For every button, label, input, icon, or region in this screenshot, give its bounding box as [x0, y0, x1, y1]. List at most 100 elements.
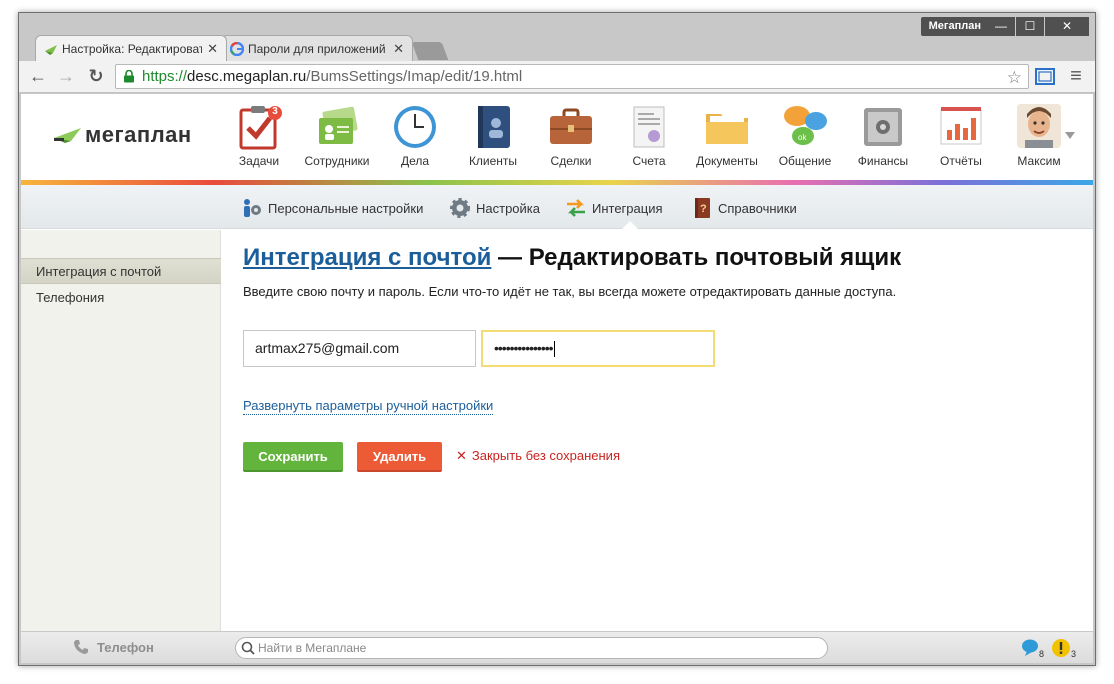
window-user-label[interactable]: Мегаплан [920, 17, 989, 36]
search-icon [241, 641, 255, 655]
chat-count: 8 [1039, 649, 1045, 659]
active-subnav-pointer [622, 221, 638, 229]
window-controls: — ☐ ✕ [986, 17, 1089, 36]
integration-arrows-icon [567, 199, 585, 217]
svg-text:ok: ok [798, 133, 807, 142]
module-label: Клиенты [468, 154, 518, 168]
close-without-saving-label: Закрыть без сохранения [471, 448, 620, 463]
subnav-personal-settings[interactable]: Персональные настройки [241, 197, 423, 219]
module-label: Сделки [550, 154, 592, 168]
email-field[interactable]: artmax275@gmail.com [243, 330, 476, 367]
module-label: Финансы [857, 154, 909, 168]
phone-button[interactable]: Телефон [73, 639, 154, 655]
password-field[interactable]: ••••••••••••••• [481, 330, 715, 367]
main-content: Интеграция с почтой — Редактировать почт… [243, 244, 1073, 472]
personal-settings-icon [244, 199, 261, 217]
alert-notifications-icon[interactable] [1051, 638, 1071, 658]
chat-notifications-icon[interactable] [1021, 638, 1041, 658]
search-input[interactable]: Найти в Мегаплане [235, 637, 828, 659]
logo-text: мегаплан [85, 122, 192, 147]
documents-icon [704, 104, 750, 150]
breadcrumb-mail-integration-link[interactable]: Интеграция с почтой [243, 244, 491, 271]
tab-close-icon[interactable]: ✕ [393, 41, 404, 57]
address-bar[interactable]: https://desc.megaplan.ru/BumsSettings/Im… [115, 64, 1029, 89]
intro-text: Введите свою почту и пароль. Если что-то… [243, 284, 897, 299]
close-x-icon: ✕ [456, 448, 467, 463]
subnav-label: Настройка [476, 200, 540, 216]
sidebar-item-mail-integration[interactable]: Интеграция с почтой [21, 258, 221, 284]
module-affairs[interactable]: Дела [377, 104, 453, 168]
module-employees[interactable]: Сотрудники [299, 104, 375, 168]
tab-title: Пароли для приложений [248, 41, 386, 56]
module-documents[interactable]: Документы [689, 104, 765, 168]
employees-icon [314, 104, 360, 150]
page-title: Интеграция с почтой — Редактировать почт… [243, 244, 1073, 272]
module-finance[interactable]: Финансы [845, 104, 921, 168]
sidebar-item-telephony[interactable]: Телефония [21, 285, 221, 311]
cast-screen-icon[interactable] [1035, 68, 1055, 85]
tasks-badge: 3 [272, 106, 278, 117]
module-tasks[interactable]: 3 Задачи [221, 104, 297, 168]
subnav-label: Персональные настройки [268, 200, 424, 216]
tab-megaplan-settings[interactable]: Настройка: Редактироват ✕ [35, 35, 227, 61]
tab-strip: Настройка: Редактироват ✕ Пароли для при… [35, 35, 449, 61]
megaplan-logo[interactable]: мегаплан [53, 122, 192, 148]
browser-toolbar: ← → ↻ https://desc.megaplan.ru/BumsSetti… [19, 61, 1095, 93]
avatar [1017, 104, 1061, 148]
user-dropdown-chevron-icon[interactable] [1065, 132, 1075, 139]
back-arrow-icon[interactable]: ← [27, 65, 49, 87]
title-bar: Мегаплан — ☐ ✕ Настройка: Редактироват ✕… [19, 13, 1095, 61]
module-label: Задачи [238, 154, 280, 168]
gear-icon [450, 198, 470, 218]
url-path: /BumsSettings/Imap/edit/19.html [306, 68, 523, 85]
text-cursor [553, 341, 555, 358]
tab-close-icon[interactable]: ✕ [207, 41, 218, 57]
clients-icon [470, 104, 516, 150]
tab-google-passwords[interactable]: Пароли для приложений ✕ [221, 35, 413, 61]
module-label: Счета [632, 154, 666, 168]
module-clients[interactable]: Клиенты [455, 104, 531, 168]
module-invoices[interactable]: Счета [611, 104, 687, 168]
reference-book-icon: ? [695, 198, 710, 218]
subnav-integration[interactable]: Интеграция [565, 197, 663, 219]
user-name: Максим [1017, 154, 1061, 168]
tasks-icon: 3 [236, 104, 282, 150]
browser-window: Мегаплан — ☐ ✕ Настройка: Редактироват ✕… [18, 12, 1096, 666]
module-communication[interactable]: ok Общение [767, 104, 843, 168]
forward-arrow-icon[interactable]: → [55, 65, 77, 87]
app-header: мегаплан 3 Задачи Сотрудники Дела Клиент… [21, 94, 1093, 182]
google-favicon-icon [230, 42, 244, 56]
reports-icon [938, 104, 984, 150]
module-label: Дела [400, 154, 430, 168]
delete-button[interactable]: Удалить [357, 442, 442, 472]
chat-icon: ok [782, 104, 828, 150]
page-title-rest: — Редактировать почтовый ящик [491, 244, 902, 271]
reload-icon[interactable]: ↻ [85, 65, 107, 87]
module-label: Общение [778, 154, 832, 168]
close-window-button[interactable]: ✕ [1045, 17, 1089, 36]
tab-title: Настройка: Редактироват [62, 41, 202, 56]
url-scheme: https:// [142, 68, 188, 85]
module-reports[interactable]: Отчёты [923, 104, 999, 168]
alert-count: 3 [1071, 649, 1077, 659]
module-label: Документы [696, 154, 758, 168]
module-deals[interactable]: Сделки [533, 104, 609, 168]
save-button[interactable]: Сохранить [243, 442, 343, 472]
minimize-button[interactable]: — [987, 17, 1015, 36]
deals-icon [548, 104, 594, 150]
browser-menu-icon[interactable]: ≡ [1065, 65, 1087, 87]
subnav-settings[interactable]: Настройка [449, 197, 540, 219]
manual-settings-link[interactable]: Развернуть параметры ручной настройки [243, 398, 494, 415]
megaplan-app: мегаплан 3 Задачи Сотрудники Дела Клиент… [21, 94, 1093, 631]
close-without-saving-link[interactable]: ✕ Закрыть без сохранения [456, 448, 620, 464]
svg-text:?: ? [700, 203, 707, 215]
new-tab-button[interactable] [411, 42, 449, 60]
bookmark-star-icon[interactable]: ☆ [1007, 66, 1022, 89]
logo-plane-icon [54, 128, 81, 143]
module-label: Отчёты [940, 154, 982, 168]
megaplan-favicon-icon [45, 45, 57, 55]
invoices-icon [626, 104, 672, 150]
subnav-reference[interactable]: ? Справочники [691, 197, 797, 219]
phone-icon [74, 640, 88, 654]
maximize-button[interactable]: ☐ [1016, 17, 1044, 36]
